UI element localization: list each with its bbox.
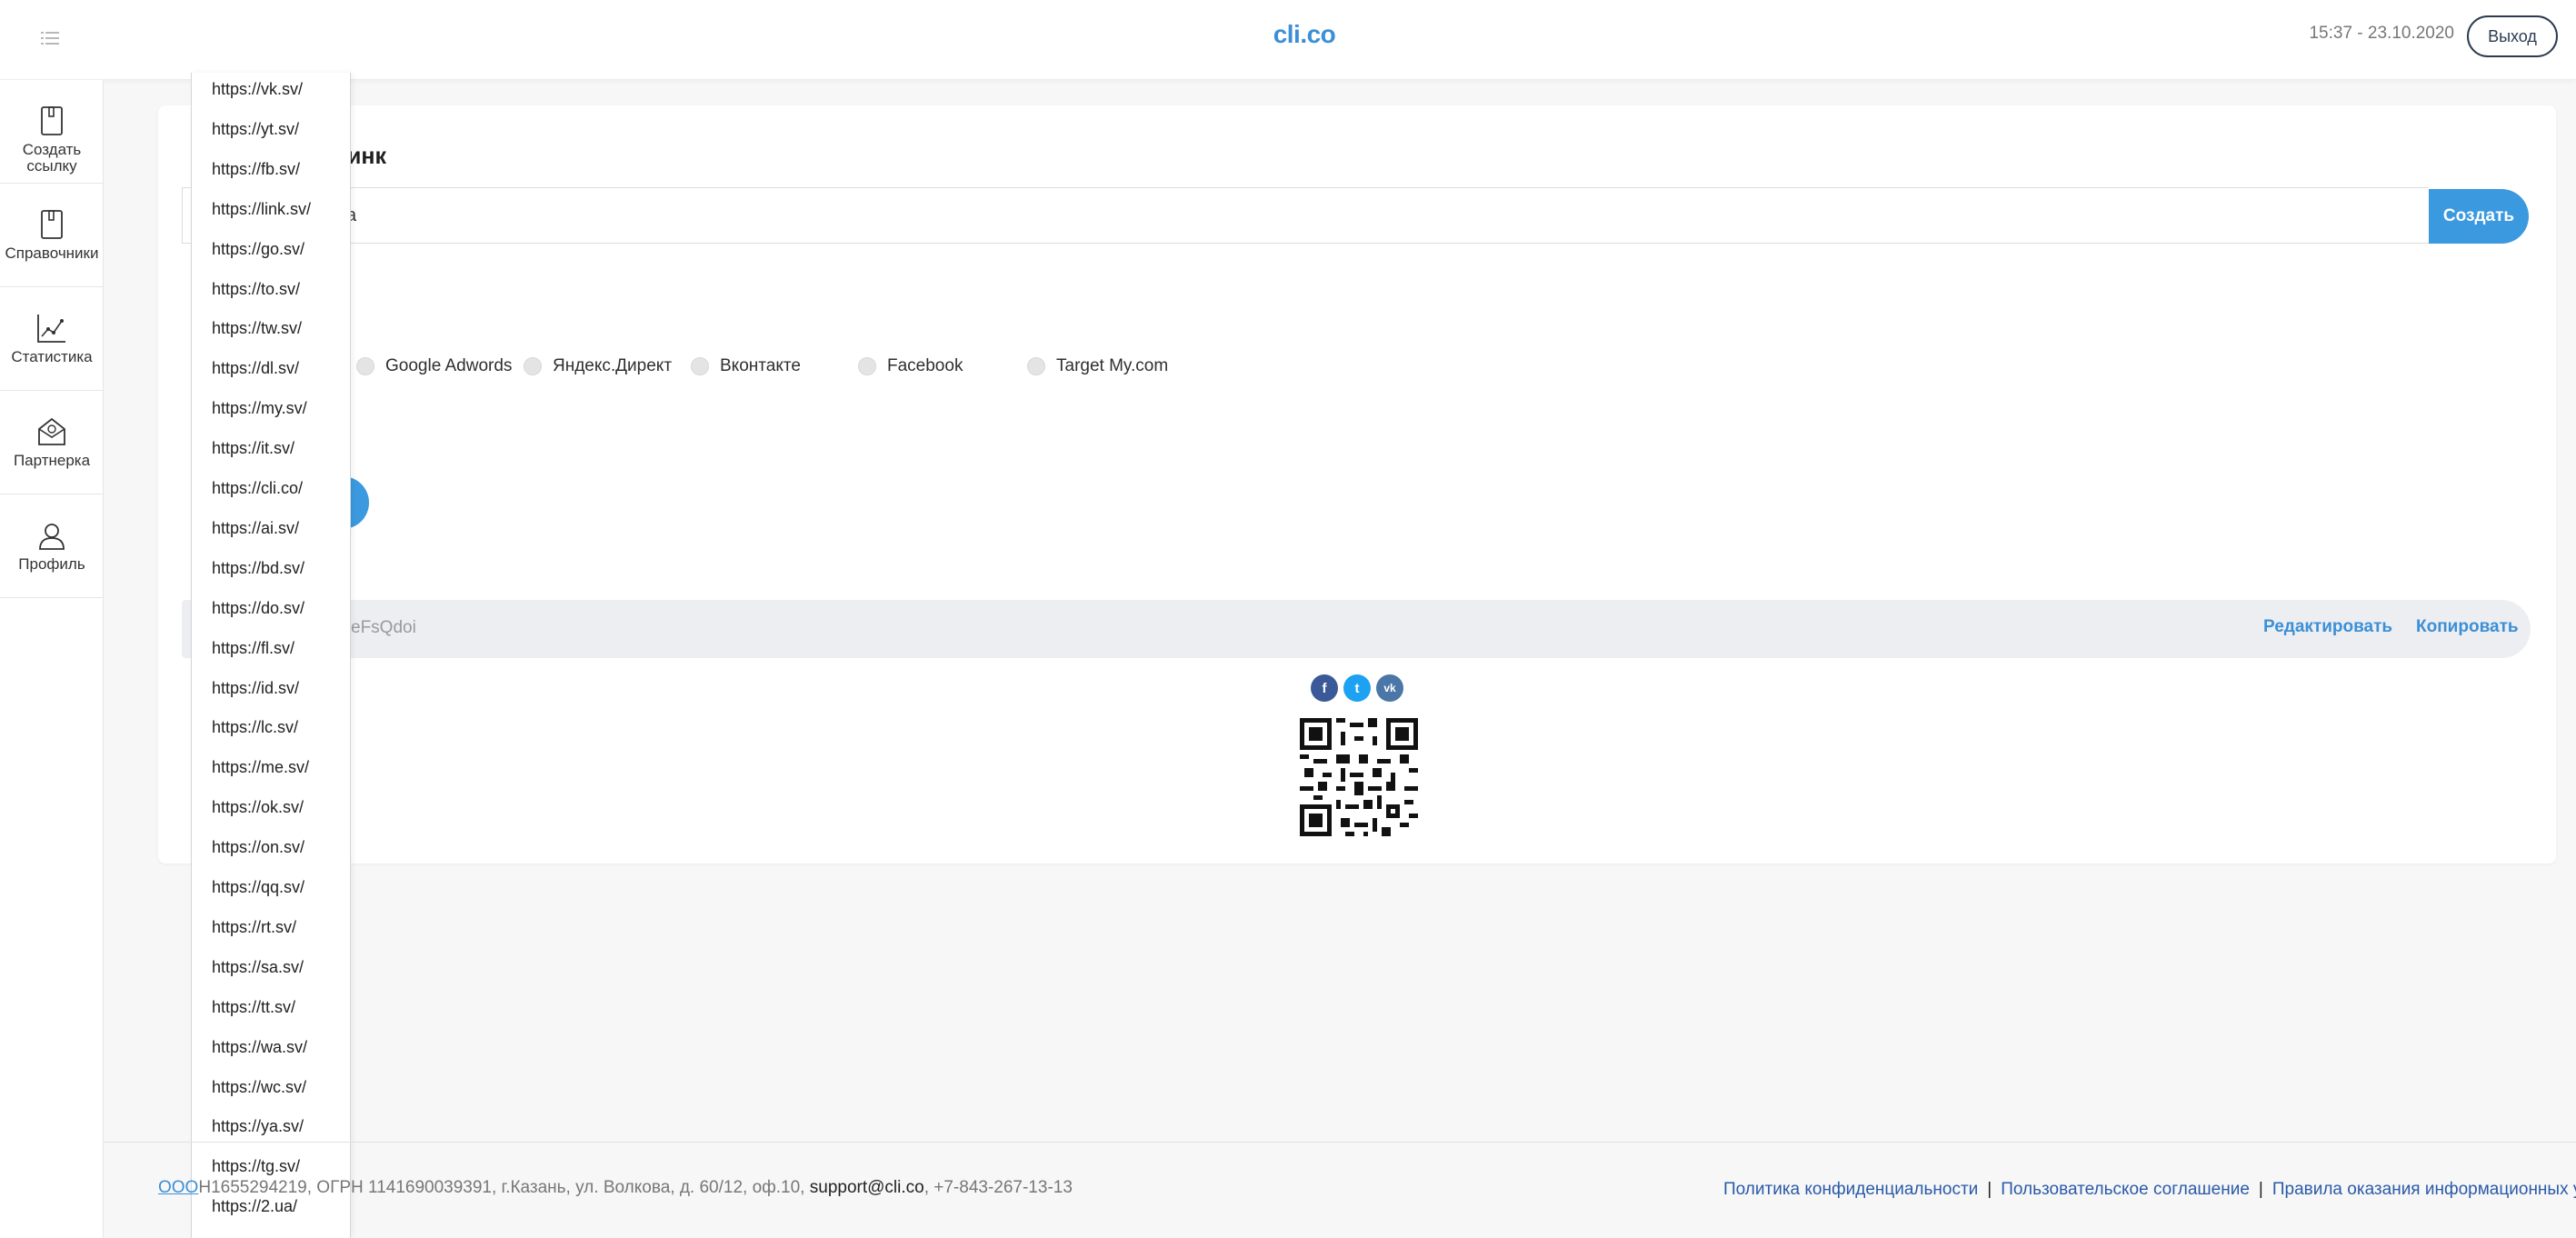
profile-icon [39, 524, 65, 550]
sidebar-item-label: Статистика [11, 348, 93, 365]
copy-link-button[interactable]: Копировать [2416, 617, 2519, 637]
dropdown-option[interactable]: https://on.sv/ [212, 838, 305, 857]
partner-icon [38, 417, 65, 445]
dropdown-option[interactable]: https://dl.sv/ [212, 359, 299, 378]
source-option-target[interactable]: Target My.com [1027, 353, 1168, 380]
short-link-bar [182, 600, 2531, 658]
short-link-value: eFsQdoi [351, 618, 416, 637]
dropdown-option[interactable]: https://2.ua/ [212, 1197, 297, 1216]
dropdown-option[interactable]: https://fb.sv/ [212, 160, 300, 179]
create-button[interactable]: Создать [2429, 189, 2529, 244]
dropdown-option[interactable]: https://do.sv/ [212, 599, 305, 618]
radio-button[interactable] [356, 357, 374, 375]
qr-code [1300, 718, 1418, 836]
vk-share-icon[interactable]: vk [1376, 674, 1403, 702]
source-option-vk[interactable]: Вконтакте [691, 353, 801, 380]
radio-button[interactable] [524, 357, 542, 375]
logo[interactable]: cli.co [1273, 20, 1336, 49]
sidebar-item-label: Партнерка [13, 452, 91, 469]
logout-button[interactable]: Выход [2467, 15, 2558, 57]
dropdown-option[interactable]: https://to.sv/ [212, 280, 300, 299]
sidebar-item-statistics[interactable]: Статистика [0, 287, 104, 391]
dropdown-option[interactable]: https://sa.sv/ [212, 958, 304, 977]
sidebar-item-profile[interactable]: Профиль [0, 494, 104, 598]
dropdown-option[interactable]: https://rt.sv/ [212, 918, 296, 937]
dropdown-option[interactable]: https://ai.sv/ [212, 519, 299, 538]
source-option-facebook[interactable]: Facebook [858, 353, 963, 380]
left-sidebar: Создать ссылку Справочники Статистика Па… [0, 80, 104, 1238]
sidebar-item-label: Справочники [5, 245, 99, 262]
datetime-display: 15:37 - 23.10.2020 [2309, 24, 2454, 43]
footer-divider [104, 1142, 2576, 1143]
dropdown-option[interactable]: https://yt.sv/ [212, 120, 299, 139]
dropdown-option[interactable]: https://lc.sv/ [212, 718, 298, 737]
domain-dropdown[interactable]: https://vk.sv/https://yt.sv/https://fb.s… [191, 73, 351, 1238]
chart-icon [37, 314, 65, 343]
url-input[interactable]: a [182, 187, 2429, 244]
dropdown-option[interactable]: https://fl.sv/ [212, 639, 295, 658]
dropdown-option[interactable]: https://bd.sv/ [212, 559, 305, 578]
edit-link-button[interactable]: Редактировать [2263, 617, 2392, 637]
footer-separator: | [1987, 1180, 1992, 1199]
dropdown-option[interactable]: https://cli.co/ [212, 479, 303, 498]
company-link[interactable]: ООО [158, 1178, 198, 1197]
dropdown-option[interactable]: https://tw.sv/ [212, 319, 302, 338]
sidebar-item-partner[interactable]: Партнерка [0, 391, 104, 494]
dropdown-option[interactable]: https://vk.sv/ [212, 80, 303, 99]
sidebar-item-directories[interactable]: Справочники [0, 184, 104, 287]
radio-button[interactable] [1027, 357, 1045, 375]
dropdown-option[interactable]: https://qq.sv/ [212, 878, 305, 897]
dropdown-option[interactable]: https://go.sv/ [212, 240, 305, 259]
dropdown-option[interactable]: https://ya.sv/ [212, 1117, 304, 1136]
page-title: инк [347, 144, 386, 169]
company-details: Н1655294219, ОГРН 1141690039391, г.Казан… [198, 1178, 810, 1197]
menu-toggle-icon[interactable] [36, 24, 65, 53]
dropdown-option[interactable]: https://link.sv/ [212, 200, 311, 219]
dropdown-option[interactable]: https://wa.sv/ [212, 1038, 307, 1057]
create-link-icon [41, 106, 63, 135]
service-rules-link[interactable]: Правила оказания информационных услуг [2272, 1180, 2576, 1199]
radio-button[interactable] [691, 357, 709, 375]
radio-button[interactable] [858, 357, 876, 375]
source-label: Google Adwords [385, 356, 513, 375]
footer-links: Политика конфиденциальности | Пользователь… [1723, 1180, 2576, 1200]
user-agreement-link[interactable]: Пользовательское соглашение [2001, 1180, 2250, 1199]
support-phone: , +7-843-267-13-13 [924, 1178, 1073, 1197]
dropdown-option[interactable]: https://tt.sv/ [212, 998, 295, 1017]
sidebar-item-label: Профиль [18, 555, 85, 573]
sidebar-item-create-link[interactable]: Создать ссылку [0, 80, 104, 184]
source-label: Target My.com [1056, 356, 1169, 375]
dropdown-option[interactable]: https://it.sv/ [212, 439, 295, 458]
dropdown-option[interactable]: https://my.sv/ [212, 399, 307, 418]
source-label: Facebook [887, 356, 964, 375]
dropdown-option[interactable]: https://wc.sv/ [212, 1078, 306, 1097]
dropdown-option[interactable]: https://me.sv/ [212, 758, 309, 777]
twitter-share-icon[interactable]: t [1343, 674, 1371, 702]
dropdown-option[interactable]: https://ok.sv/ [212, 798, 304, 817]
sidebar-item-label: Создать ссылку [22, 141, 82, 175]
privacy-policy-link[interactable]: Политика конфиденциальности [1723, 1180, 1978, 1199]
source-label: Вконтакте [720, 356, 801, 375]
facebook-share-icon[interactable]: f [1311, 674, 1338, 702]
support-email[interactable]: support@cli.co [810, 1178, 924, 1197]
top-header: cli.co 15:37 - 23.10.2020 Выход [0, 0, 2576, 80]
footer-company-info: ОООН1655294219, ОГРН 1141690039391, г.Ка… [158, 1178, 1073, 1198]
dropdown-option[interactable]: https://tg.sv/ [212, 1157, 300, 1176]
book-icon [41, 210, 63, 239]
dropdown-option[interactable]: https://id.sv/ [212, 679, 299, 698]
footer-separator: | [2258, 1180, 2263, 1199]
source-option-google[interactable]: Google Adwords [356, 353, 512, 380]
source-option-yandex[interactable]: Яндекс.Директ [524, 353, 672, 380]
source-label: Яндекс.Директ [553, 356, 673, 375]
